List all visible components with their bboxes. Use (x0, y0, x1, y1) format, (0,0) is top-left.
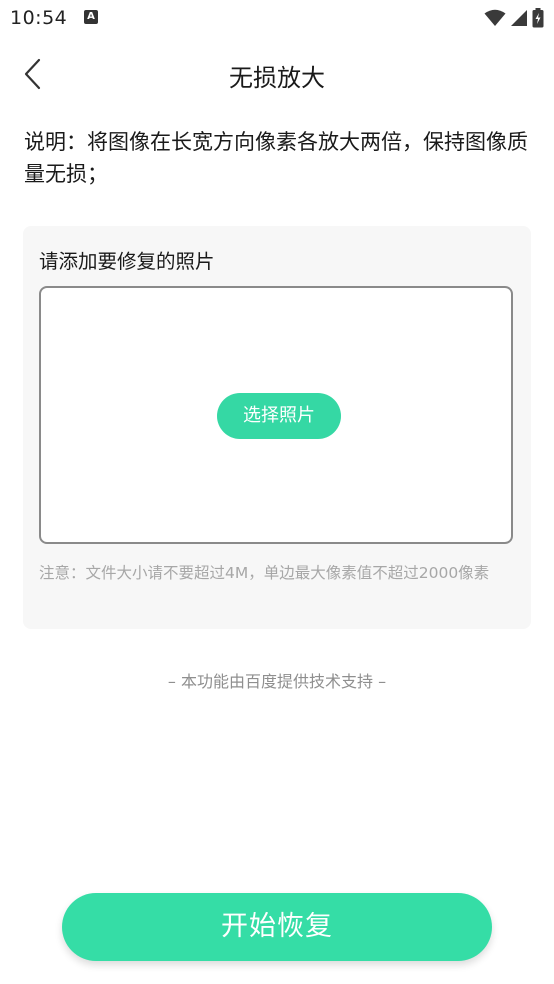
header: 无损放大 (0, 38, 554, 110)
description-text: 说明：将图像在长宽方向像素各放大两倍，保持图像质量无损； (24, 130, 528, 186)
upload-card: 请添加要修复的照片 选择照片 注意：文件大小请不要超过4M，单边最大像素值不超过… (23, 226, 531, 629)
photo-upload-area[interactable]: 选择照片 (39, 286, 513, 544)
upload-note: 注意：文件大小请不要超过4M，单边最大像素值不超过2000像素 (39, 564, 490, 582)
upload-card-title: 请添加要修复的照片 (39, 250, 215, 273)
status-icons (484, 8, 544, 28)
powered-by-text: – 本功能由百度提供技术支持 – (167, 672, 387, 691)
wifi-icon (484, 9, 506, 26)
page-title: 无损放大 (229, 64, 325, 92)
battery-charging-icon (532, 8, 544, 28)
status-bar: 10:54 A (0, 0, 554, 38)
select-photo-button[interactable]: 选择照片 (217, 393, 341, 439)
notification-icon: A (84, 10, 98, 24)
start-restore-button[interactable]: 开始恢复 (62, 893, 492, 961)
status-time: 10:54 (10, 7, 68, 29)
signal-icon (511, 10, 527, 26)
